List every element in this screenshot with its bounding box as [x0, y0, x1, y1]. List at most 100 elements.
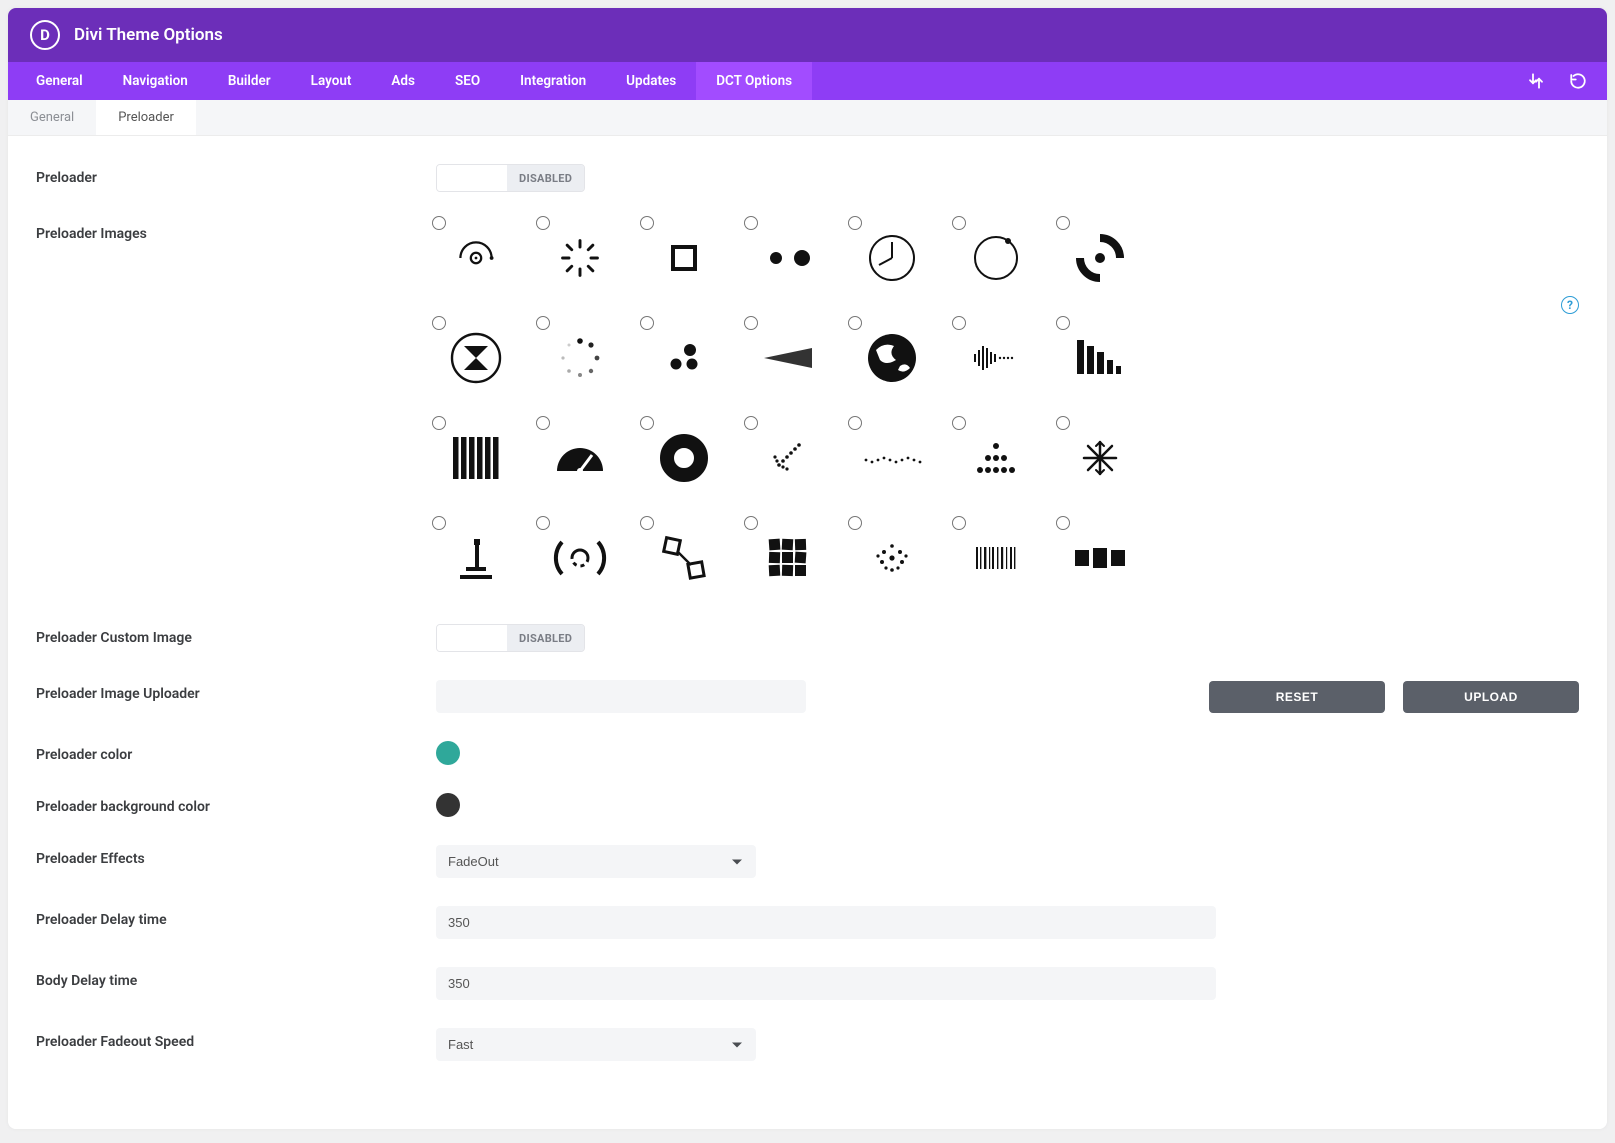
preloader-image-snowflake[interactable] [1060, 420, 1140, 496]
tab-dct-options[interactable]: DCT Options [696, 62, 812, 100]
preloader-image-radio[interactable] [744, 516, 758, 530]
linked-squares-icon [644, 520, 724, 596]
fadeout-speed-select[interactable]: Fast [436, 1028, 756, 1061]
import-export-icon[interactable] [1515, 62, 1557, 100]
preloader-delay-input[interactable] [436, 906, 1216, 939]
preloader-image-radio[interactable] [744, 316, 758, 330]
tab-layout[interactable]: Layout [291, 62, 372, 100]
reset-icon[interactable] [1557, 62, 1599, 100]
tab-ads[interactable]: Ads [371, 62, 435, 100]
preloader-image-radio[interactable] [744, 216, 758, 230]
preloader-image-radio[interactable] [848, 316, 862, 330]
subtab-general[interactable]: General [8, 100, 96, 135]
preloader-image-radio[interactable] [952, 416, 966, 430]
preloader-image-dot-pyramid[interactable] [956, 420, 1036, 496]
preloader-image-vertical-bars[interactable] [436, 420, 516, 496]
label-preloader-images: Preloader Images [36, 220, 436, 242]
preloader-image-gauge[interactable] [540, 420, 620, 496]
tab-updates[interactable]: Updates [606, 62, 696, 100]
preloader-image-radio[interactable] [1056, 516, 1070, 530]
tab-integration[interactable]: Integration [500, 62, 606, 100]
preloader-image-radio[interactable] [848, 416, 862, 430]
preloader-image-joystick[interactable] [436, 520, 516, 596]
preloader-image-square-outline[interactable] [644, 220, 724, 296]
preloader-image-radio[interactable] [848, 516, 862, 530]
globe-icon [852, 320, 932, 396]
preloader-image-radio[interactable] [536, 316, 550, 330]
preloader-image-radio[interactable] [432, 216, 446, 230]
toggle-custom-image-state: DISABLED [507, 625, 584, 651]
preloader-image-radio[interactable] [1056, 216, 1070, 230]
preloader-image-donut[interactable] [644, 420, 724, 496]
preloader-image-broken-arcs[interactable] [1060, 220, 1140, 296]
preloader-image-dots-wave[interactable] [852, 420, 932, 496]
preloader-color-swatch[interactable] [436, 741, 460, 765]
dots-wave-icon [852, 420, 932, 496]
tab-navigation[interactable]: Navigation [103, 62, 208, 100]
preloader-image-radio[interactable] [640, 316, 654, 330]
preloader-image-radio[interactable] [1056, 416, 1070, 430]
uploader-input[interactable] [436, 680, 806, 713]
preloader-image-radio[interactable] [640, 416, 654, 430]
tab-seo[interactable]: SEO [435, 62, 500, 100]
dotted-arrow-icon [748, 420, 828, 496]
preloader-image-radio[interactable] [744, 416, 758, 430]
square-outline-icon [644, 220, 724, 296]
preloader-image-radio[interactable] [536, 216, 550, 230]
help-icon[interactable]: ? [1561, 296, 1579, 314]
preloader-image-radio[interactable] [536, 416, 550, 430]
preloader-image-hourglass-circle[interactable] [436, 320, 516, 396]
toggle-preloader[interactable]: DISABLED [436, 164, 585, 192]
label-preloader: Preloader [36, 164, 436, 186]
preloader-image-three-dots[interactable] [644, 320, 724, 396]
preloader-image-radio[interactable] [536, 516, 550, 530]
preloader-image-globe[interactable] [852, 320, 932, 396]
dotted-spinner-icon [540, 320, 620, 396]
preloader-image-radio[interactable] [432, 316, 446, 330]
donut-icon [644, 420, 724, 496]
header-bar: D Divi Theme Options [8, 8, 1607, 62]
three-dots-icon [644, 320, 724, 396]
preloader-image-clock[interactable] [852, 220, 932, 296]
preloader-image-sound-dots[interactable] [956, 320, 1036, 396]
label-body-delay: Body Delay time [36, 967, 436, 989]
preloader-image-barcode[interactable] [956, 520, 1036, 596]
preloader-image-radio[interactable] [1056, 316, 1070, 330]
preloader-image-wedge[interactable] [748, 320, 828, 396]
preloader-image-dot-cluster[interactable] [852, 520, 932, 596]
preloader-image-dotted-arrow[interactable] [748, 420, 828, 496]
subtab-preloader[interactable]: Preloader [96, 100, 196, 135]
preloader-image-dotted-spinner[interactable] [540, 320, 620, 396]
preloader-image-three-squares[interactable] [1060, 520, 1140, 596]
body-delay-input[interactable] [436, 967, 1216, 1000]
preloader-image-radio[interactable] [640, 216, 654, 230]
effects-select[interactable]: FadeOut [436, 845, 756, 878]
toggle-preloader-state: DISABLED [507, 165, 584, 191]
preloader-image-radio[interactable] [640, 516, 654, 530]
preloader-image-grid-squares[interactable] [748, 520, 828, 596]
preloader-image-brackets-arc[interactable] [540, 520, 620, 596]
preloader-image-sun-rays[interactable] [540, 220, 620, 296]
tab-builder[interactable]: Builder [208, 62, 291, 100]
preloader-image-two-dots[interactable] [748, 220, 828, 296]
preloader-image-radio[interactable] [432, 516, 446, 530]
preloader-image-arc-orbit[interactable] [436, 220, 516, 296]
reset-button[interactable]: RESET [1209, 681, 1385, 713]
preloader-image-radio[interactable] [952, 316, 966, 330]
tab-general[interactable]: General [16, 62, 103, 100]
preloader-image-radio[interactable] [848, 216, 862, 230]
preloader-bg-color-swatch[interactable] [436, 793, 460, 817]
preloader-image-radio[interactable] [952, 216, 966, 230]
snowflake-icon [1060, 420, 1140, 496]
label-fadeout-speed: Preloader Fadeout Speed [36, 1028, 436, 1050]
preloader-image-ring-dot[interactable] [956, 220, 1036, 296]
preloader-image-radio[interactable] [432, 416, 446, 430]
upload-button[interactable]: UPLOAD [1403, 681, 1579, 713]
preloader-image-bars-desc[interactable] [1060, 320, 1140, 396]
toggle-custom-image[interactable]: DISABLED [436, 624, 585, 652]
preloader-image-radio[interactable] [952, 516, 966, 530]
dot-cluster-icon [852, 520, 932, 596]
preloader-image-grid [436, 220, 1140, 596]
sound-dots-icon [956, 320, 1036, 396]
preloader-image-linked-squares[interactable] [644, 520, 724, 596]
